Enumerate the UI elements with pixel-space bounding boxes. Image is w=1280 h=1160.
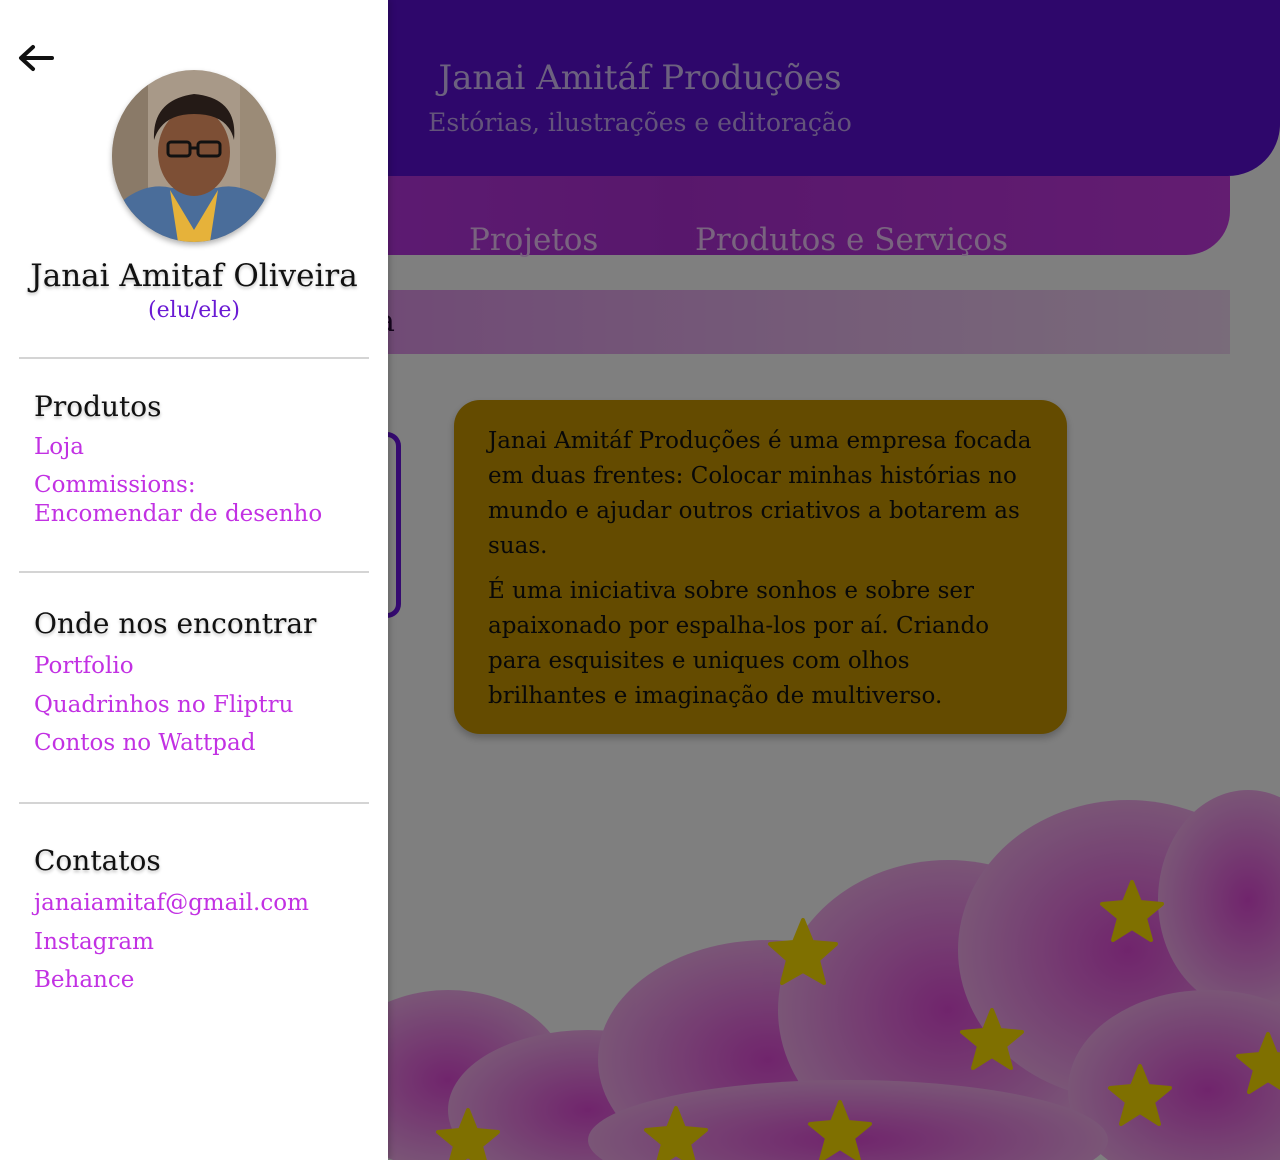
divider [19, 571, 369, 573]
app-screen: Janai Amitáf Produções Estórias, ilustra… [0, 0, 1280, 1160]
link-commissions[interactable]: Commissions: [34, 471, 196, 500]
profile-pronouns: (elu/ele) [148, 298, 240, 323]
profile-name: Janai Amitaf Oliveira [30, 258, 358, 294]
link-quadrinhos-fliptru[interactable]: Quadrinhos no Fliptru [34, 691, 293, 720]
link-portfolio[interactable]: Portfolio [34, 652, 134, 681]
link-contos-wattpad[interactable]: Contos no Wattpad [34, 729, 255, 758]
group-title-contatos: Contatos [34, 844, 161, 877]
side-drawer: Janai Amitaf Oliveira (elu/ele) Produtos… [0, 0, 388, 1160]
divider [19, 357, 369, 359]
divider [19, 802, 369, 804]
group-title-onde-nos-encontrar: Onde nos encontrar [34, 607, 317, 640]
link-instagram[interactable]: Instagram [34, 928, 154, 957]
avatar [112, 70, 276, 242]
link-behance[interactable]: Behance [34, 966, 134, 995]
group-title-produtos: Produtos [34, 390, 162, 423]
link-encomendar-desenho[interactable]: Encomendar de desenho [34, 500, 322, 529]
link-loja[interactable]: Loja [34, 433, 84, 462]
back-arrow-icon[interactable] [16, 40, 56, 76]
link-email[interactable]: janaiamitaf@gmail.com [34, 889, 309, 918]
